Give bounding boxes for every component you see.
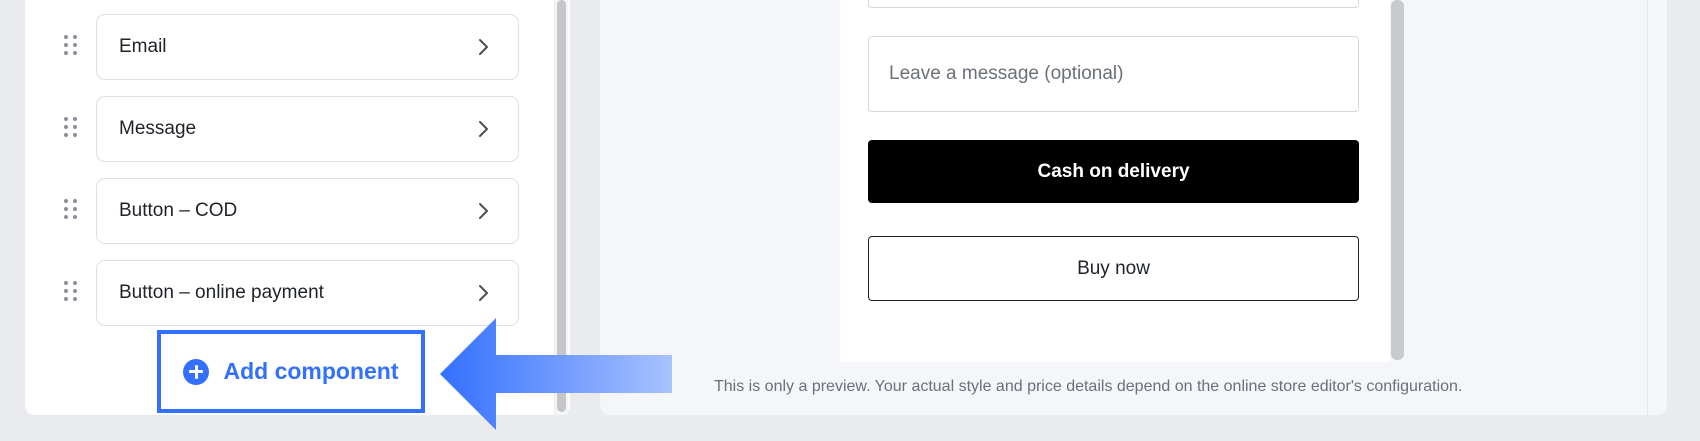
arrow-left-icon bbox=[440, 318, 672, 430]
component-row-email: Email bbox=[64, 14, 519, 80]
preview-email-field[interactable] bbox=[868, 0, 1359, 8]
chevron-right-icon bbox=[479, 121, 488, 137]
preview-scrollbar[interactable] bbox=[1391, 0, 1404, 360]
component-label: Email bbox=[119, 36, 167, 57]
cash-on-delivery-button[interactable]: Cash on delivery bbox=[868, 140, 1359, 203]
component-row-button-cod: Button – COD bbox=[64, 178, 519, 244]
component-card-message[interactable]: Message bbox=[96, 96, 519, 162]
preview-panel-edge bbox=[1647, 0, 1648, 415]
component-row-message: Message bbox=[64, 96, 519, 162]
add-component-button[interactable]: Add component bbox=[157, 330, 425, 413]
chevron-right-icon bbox=[479, 39, 488, 55]
buy-now-button[interactable]: Buy now bbox=[868, 236, 1359, 301]
add-component-label: Add component bbox=[223, 358, 399, 384]
component-card-button-online-payment[interactable]: Button – online payment bbox=[96, 260, 519, 326]
preview-disclaimer: This is only a preview. Your actual styl… bbox=[714, 378, 1463, 395]
component-label: Button – online payment bbox=[119, 282, 324, 303]
component-label: Message bbox=[119, 118, 197, 139]
drag-handle-icon[interactable] bbox=[64, 35, 78, 59]
chevron-right-icon bbox=[479, 285, 488, 301]
drag-handle-icon[interactable] bbox=[64, 117, 78, 141]
component-label: Button – COD bbox=[119, 200, 238, 221]
plus-circle-icon bbox=[183, 358, 210, 385]
component-row-button-online-payment: Button – online payment bbox=[64, 260, 519, 326]
chevron-right-icon bbox=[479, 203, 488, 219]
component-card-button-cod[interactable]: Button – COD bbox=[96, 178, 519, 244]
message-field[interactable] bbox=[868, 36, 1359, 112]
drag-handle-icon[interactable] bbox=[64, 199, 78, 223]
drag-handle-icon[interactable] bbox=[64, 281, 78, 305]
component-card-email[interactable]: Email bbox=[96, 14, 519, 80]
